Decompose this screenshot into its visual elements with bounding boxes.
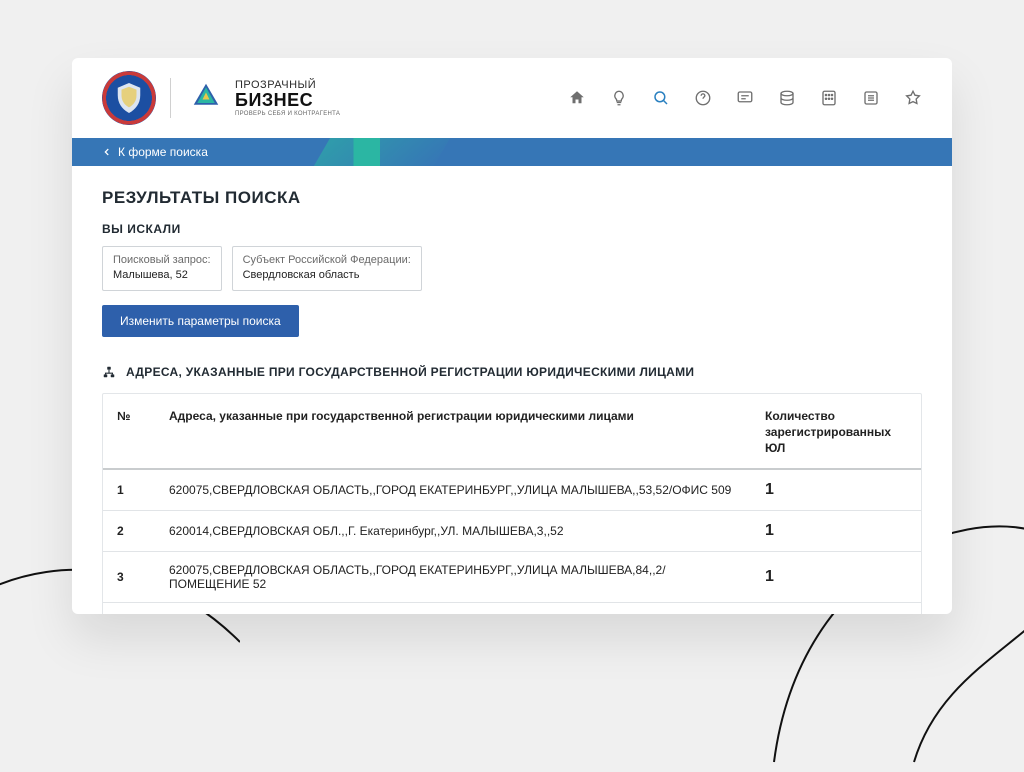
table-row[interactable]: 3 620075,СВЕРДЛОВСКАЯ ОБЛАСТЬ,,ГОРОД ЕКА… [103,552,921,603]
list-icon[interactable] [862,89,880,107]
app-window: ПРОЗРАЧНЫЙ БИЗНЕС ПРОВЕРЬ СЕБЯ И КОНТРАГ… [72,58,952,614]
header: ПРОЗРАЧНЫЙ БИЗНЕС ПРОВЕРЬ СЕБЯ И КОНТРАГ… [72,58,952,138]
star-icon[interactable] [904,89,922,107]
row-addr: 620014,СВЕРДЛОВСКАЯ ОБЛ.,,Г. Екатеринбур… [155,511,751,552]
chip-query: Поисковый запрос: Малышева, 52 [102,246,222,291]
row-addr: 620075,СВЕРДЛОВСКАЯ ОБЛАСТЬ,,ГОРОД ЕКАТЕ… [155,469,751,511]
section-title-text: АДРЕСА, УКАЗАННЫЕ ПРИ ГОСУДАРСТВЕННОЙ РЕ… [126,365,694,379]
database-icon[interactable] [778,89,796,107]
chip-query-label: Поисковый запрос: [113,253,211,268]
results-table-card: № Адреса, указанные при государственной … [102,393,922,614]
page-title: РЕЗУЛЬТАТЫ ПОИСКА [102,188,922,208]
col-cnt-header: Количество зарегистрированных ЮЛ [751,394,921,470]
breadcrumb-banner: К форме поиска [72,138,952,166]
section-title: АДРЕСА, УКАЗАННЫЕ ПРИ ГОСУДАРСТВЕННОЙ РЕ… [102,365,922,379]
brand-tagline: ПРОВЕРЬ СЕБЯ И КОНТРАГЕНТА [235,111,340,117]
row-addr: 624286,СВЕРДЛОВСКАЯ ОБЛАСТЬ,,ПОСЕЛОК ГОР… [155,603,751,614]
calc-icon[interactable] [820,89,838,107]
col-addr-header: Адреса, указанные при государственной ре… [155,394,751,470]
row-cnt: 1 [751,552,921,603]
col-num-header: № [103,394,155,470]
table-row[interactable]: 1 620075,СВЕРДЛОВСКАЯ ОБЛАСТЬ,,ГОРОД ЕКА… [103,469,921,511]
brand-logo: ПРОЗРАЧНЫЙ БИЗНЕС ПРОВЕРЬ СЕБЯ И КОНТРАГ… [185,75,340,122]
arrow-left-icon [102,147,112,157]
brand-text: ПРОЗРАЧНЫЙ БИЗНЕС ПРОВЕРЬ СЕБЯ И КОНТРАГ… [235,80,340,117]
chip-query-value: Малышева, 52 [113,268,211,283]
back-label: К форме поиска [118,145,208,159]
chip-region-label: Субъект Российской Федерации: [243,253,411,268]
back-to-search-link[interactable]: К форме поиска [102,145,208,159]
idea-icon[interactable] [610,89,628,107]
results-table: № Адреса, указанные при государственной … [103,394,921,614]
row-num: 3 [103,552,155,603]
chip-region-value: Свердловская область [243,268,411,283]
row-cnt: 1 [751,603,921,614]
table-row[interactable]: 4 624286,СВЕРДЛОВСКАЯ ОБЛАСТЬ,,ПОСЕЛОК Г… [103,603,921,614]
search-chips: Поисковый запрос: Малышева, 52 Субъект Р… [102,246,922,291]
row-num: 4 [103,603,155,614]
brand-separator [170,78,171,118]
row-num: 2 [103,511,155,552]
edit-params-button[interactable]: Изменить параметры поиска [102,305,299,337]
home-icon[interactable] [568,89,586,107]
nav-icons [568,89,922,107]
subtitle: ВЫ ИСКАЛИ [102,222,922,236]
brand-line2: БИЗНЕС [235,91,340,109]
table-row[interactable]: 2 620014,СВЕРДЛОВСКАЯ ОБЛ.,,Г. Екатеринб… [103,511,921,552]
chip-region: Субъект Российской Федерации: Свердловск… [232,246,422,291]
row-cnt: 1 [751,511,921,552]
help-icon[interactable] [694,89,712,107]
brand-mark-icon [185,75,227,122]
search-icon[interactable] [652,89,670,107]
brand-line1: ПРОЗРАЧНЫЙ [235,80,340,91]
sitemap-icon [102,365,116,379]
content: РЕЗУЛЬТАТЫ ПОИСКА ВЫ ИСКАЛИ Поисковый за… [72,166,952,614]
row-addr: 620075,СВЕРДЛОВСКАЯ ОБЛАСТЬ,,ГОРОД ЕКАТЕ… [155,552,751,603]
row-num: 1 [103,469,155,511]
brand: ПРОЗРАЧНЫЙ БИЗНЕС ПРОВЕРЬ СЕБЯ И КОНТРАГ… [102,71,340,125]
emblem-logo [102,71,156,125]
row-cnt: 1 [751,469,921,511]
chat-icon[interactable] [736,89,754,107]
